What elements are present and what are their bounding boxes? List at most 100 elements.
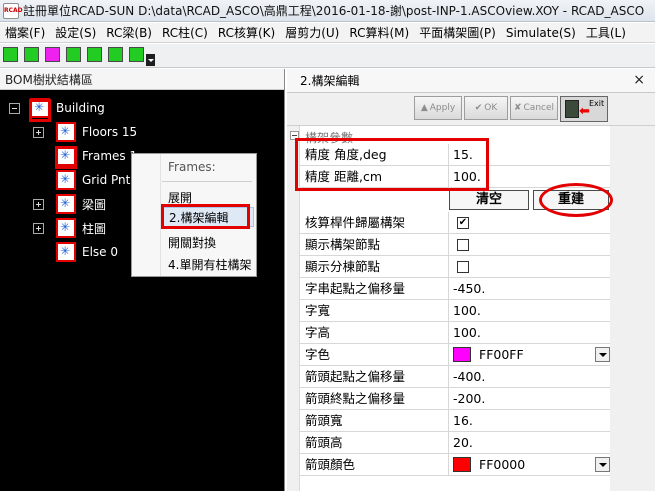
property-name: 箭頭顏色 xyxy=(300,454,449,475)
property-name: 箭頭起點之偏移量 xyxy=(300,366,449,387)
color-select[interactable]: FF0000 xyxy=(451,454,610,475)
tree-node-column-drawings[interactable]: 柱圖 xyxy=(56,217,106,239)
cycle-icon[interactable] xyxy=(87,47,102,62)
property-row-check-member-frame: 核算桿件歸屬構架 ✔ xyxy=(300,212,610,234)
tree-node-beam-drawings[interactable]: 梁圖 xyxy=(56,193,106,215)
property-value-input[interactable]: 20. xyxy=(451,432,610,453)
exit-button[interactable]: ⬅ Exit xyxy=(560,96,608,122)
checkmark-icon: ✔ xyxy=(474,103,483,113)
exit-label: Exit xyxy=(589,99,605,108)
tree-node-else[interactable]: Else 0 xyxy=(56,241,118,263)
property-value xyxy=(451,234,610,255)
color-swatch xyxy=(453,457,471,472)
toolbar-overflow-dropdown[interactable] xyxy=(146,54,155,66)
property-value-input[interactable]: 15. xyxy=(451,144,610,165)
menu-item-open-column-frames[interactable]: 4.單開有柱構架 xyxy=(168,256,251,273)
structure-node-icon xyxy=(56,170,76,190)
app-logo-icon: RCAD xyxy=(3,2,23,19)
bom-tree: Building Floors 15 Frames 1 Grid Pnt 梁圖 … xyxy=(0,90,285,490)
tree-node-label: 梁圖 xyxy=(82,197,107,212)
menu-item-toggle-swap[interactable]: 開關對換 xyxy=(168,234,216,251)
menu-rc-beam[interactable]: RC梁(B) xyxy=(101,24,157,41)
ok-button[interactable]: ✔ OK xyxy=(464,96,508,120)
grid-gutter xyxy=(287,126,300,491)
tree-node-building[interactable]: Building xyxy=(30,97,105,119)
tree-node-frames[interactable]: Frames 1 xyxy=(56,145,137,167)
property-value-input[interactable]: -400. xyxy=(451,366,610,387)
close-icon[interactable]: × xyxy=(633,72,645,88)
menu-item-expand[interactable]: 展開 xyxy=(168,189,192,206)
apply-button[interactable]: ▲ Apply xyxy=(414,96,462,120)
menu-settings[interactable]: 設定(S) xyxy=(50,24,101,41)
property-value-input[interactable]: 16. xyxy=(451,410,610,431)
rebuild-button[interactable]: 重建 xyxy=(533,190,609,210)
arrow-icon[interactable] xyxy=(108,47,123,62)
checkbox-unchecked[interactable] xyxy=(457,261,469,273)
property-value-input[interactable]: 100. xyxy=(451,300,610,321)
property-group-header[interactable]: 構架參數 xyxy=(287,128,655,145)
menu-rc-column[interactable]: RC柱(C) xyxy=(157,24,213,41)
color-value: FF0000 xyxy=(479,457,526,472)
property-name: 顯示構架節點 xyxy=(300,234,449,255)
chevron-down-icon[interactable] xyxy=(595,347,610,362)
magenta-square-icon[interactable] xyxy=(45,47,60,62)
checkbox-unchecked[interactable] xyxy=(457,239,469,251)
door-icon xyxy=(565,100,579,118)
collapse-toggle[interactable] xyxy=(9,103,20,114)
apply-icon: ▲ xyxy=(420,103,428,113)
property-value-input[interactable]: 100. xyxy=(451,166,610,187)
property-name: 字寬 xyxy=(300,300,449,321)
property-row-char-width: 字寬 100. xyxy=(300,300,610,322)
property-name: 精度 距離,cm xyxy=(300,166,449,187)
property-row-distance-precision: 精度 距離,cm 100. xyxy=(300,166,610,188)
property-row-arrow-start-offset: 箭頭起點之偏移量 -400. xyxy=(300,366,610,388)
context-menu-title: Frames: xyxy=(168,160,216,174)
menu-tools[interactable]: 工具(L) xyxy=(581,24,631,41)
property-row-arrow-height: 箭頭高 20. xyxy=(300,432,610,454)
cube-icon[interactable] xyxy=(66,47,81,62)
menu-plan-frame[interactable]: 平面構架圖(P) xyxy=(414,24,501,41)
property-row-arrow-color: 箭頭顏色 FF0000 xyxy=(300,454,610,476)
main-toolbar xyxy=(0,44,655,68)
property-name: 核算桿件歸屬構架 xyxy=(300,212,449,233)
chevron-down-icon[interactable] xyxy=(595,457,610,472)
menu-simulate[interactable]: Simulate(S) xyxy=(501,26,581,40)
panel-title: BOM樹狀結構區 xyxy=(0,69,284,90)
menu-item-frame-edit[interactable]: 2.構架編輯 xyxy=(162,207,254,227)
tree-node-label: Grid Pnt xyxy=(82,173,131,187)
tree-node-label: Building xyxy=(56,101,105,115)
property-name: 字高 xyxy=(300,322,449,343)
ok-label: OK xyxy=(484,103,498,113)
tree-node-floors[interactable]: Floors 15 xyxy=(56,121,137,143)
collapse-icon[interactable] xyxy=(290,131,299,140)
property-row-char-height: 字高 100. xyxy=(300,322,610,344)
green-square-icon[interactable] xyxy=(24,47,39,62)
property-row-arrow-end-offset: 箭頭終點之偏移量 -200. xyxy=(300,388,610,410)
green-square-icon[interactable] xyxy=(3,47,18,62)
grid-icon[interactable] xyxy=(129,47,144,62)
menu-file[interactable]: 檔案(F) xyxy=(0,24,50,41)
property-value-input[interactable]: 100. xyxy=(451,322,610,343)
expand-toggle[interactable] xyxy=(33,223,44,234)
clear-button[interactable]: 清空 xyxy=(449,190,529,210)
color-swatch xyxy=(453,347,471,362)
cancel-button[interactable]: ✘ Cancel xyxy=(510,96,558,120)
menu-separator xyxy=(162,181,252,182)
structure-node-icon xyxy=(56,242,76,262)
property-value-input[interactable]: -200. xyxy=(451,388,610,409)
color-select[interactable]: FF00FF xyxy=(451,344,610,365)
menu-rc-material[interactable]: RC算料(M) xyxy=(344,24,414,41)
menu-story-shear[interactable]: 層剪力(U) xyxy=(280,24,344,41)
property-row-angle-precision: 精度 角度,deg 15. xyxy=(300,144,610,166)
property-grid: 構架參數 精度 角度,deg 15. 精度 距離,cm 100. 清空 重建 核… xyxy=(287,125,655,491)
frames-context-menu: Frames: 展開 2.構架編輯 開關對換 4.單開有柱構架 xyxy=(131,153,257,277)
title-bar: RCAD 註冊單位RCAD-SUN D:\data\RCAD_ASCO\高鼎工程… xyxy=(0,0,655,22)
menu-rc-check[interactable]: RC核算(K) xyxy=(213,24,280,41)
checkbox-checked[interactable]: ✔ xyxy=(457,217,469,229)
tree-node-grid-pnt[interactable]: Grid Pnt xyxy=(56,169,130,191)
expand-toggle[interactable] xyxy=(33,199,44,210)
bom-tree-panel: BOM樹狀結構區 Building Floors 15 Frames 1 Gri… xyxy=(0,69,285,491)
tree-node-label: 柱圖 xyxy=(82,221,107,236)
expand-toggle[interactable] xyxy=(33,127,44,138)
property-value-input[interactable]: -450. xyxy=(451,278,610,299)
